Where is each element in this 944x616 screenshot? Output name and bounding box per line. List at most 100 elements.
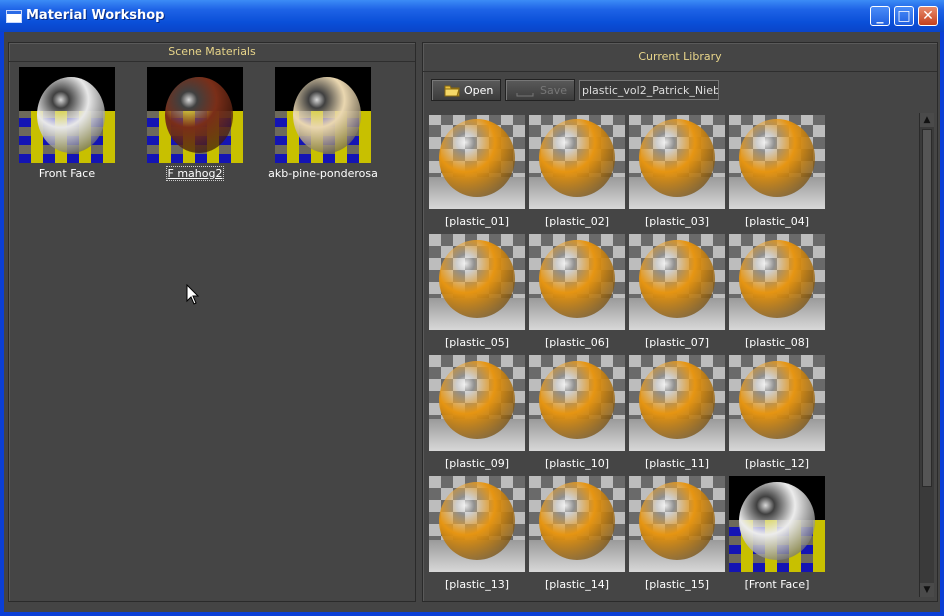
window-icon — [6, 10, 22, 23]
open-button[interactable]: Open — [431, 79, 501, 101]
library-material-item[interactable]: [plastic_13] — [429, 476, 525, 591]
library-material-label: [Front Face] — [744, 578, 810, 591]
material-sphere — [739, 361, 815, 439]
library-material-label: [plastic_03] — [644, 215, 709, 228]
library-material-label: [plastic_13] — [444, 578, 509, 591]
library-material-label: [plastic_02] — [544, 215, 609, 228]
material-sphere — [439, 482, 515, 560]
material-sphere — [293, 77, 361, 153]
scene-material-preview[interactable] — [275, 67, 371, 163]
library-material-preview[interactable] — [729, 234, 825, 330]
library-material-item[interactable]: [plastic_12] — [729, 355, 825, 470]
material-workshop-window: Material Workshop _ □ ✕ Scene Materials … — [0, 0, 944, 616]
minimize-icon: _ — [876, 8, 884, 24]
library-material-item[interactable]: [plastic_10] — [529, 355, 625, 470]
material-sphere — [165, 77, 233, 153]
library-material-preview[interactable] — [629, 115, 725, 209]
library-material-preview[interactable] — [529, 476, 625, 572]
library-material-label: [plastic_06] — [544, 336, 609, 349]
mouse-cursor-icon — [186, 284, 200, 305]
library-material-preview[interactable] — [429, 234, 525, 330]
scene-materials-panel: Scene Materials Front Face F mahog2 akb-pi… — [8, 42, 416, 602]
minimize-button[interactable]: _ — [870, 6, 890, 26]
library-material-label: [plastic_11] — [644, 457, 709, 470]
library-material-item[interactable]: [Front Face] — [729, 476, 825, 591]
client-area: Scene Materials Front Face F mahog2 akb-pi… — [4, 32, 940, 612]
library-material-item[interactable]: [plastic_01] — [429, 115, 525, 228]
library-grid: [plastic_01] [plastic_02] [plastic_03] [pla… — [429, 115, 917, 597]
scroll-thumb[interactable] — [922, 129, 932, 487]
library-material-item[interactable]: [plastic_11] — [629, 355, 725, 470]
scene-material-preview[interactable] — [19, 67, 115, 163]
material-sphere — [639, 482, 715, 560]
scene-material-label: Front Face — [38, 167, 96, 180]
library-material-item[interactable]: [plastic_06] — [529, 234, 625, 349]
scene-material-item[interactable]: F mahog2 — [140, 67, 250, 181]
save-icon — [516, 93, 534, 97]
library-material-preview[interactable] — [729, 476, 825, 572]
scene-material-item[interactable]: Front Face — [12, 67, 122, 180]
library-material-label: [plastic_09] — [444, 457, 509, 470]
library-material-preview[interactable] — [629, 234, 725, 330]
library-material-preview[interactable] — [429, 355, 525, 451]
material-sphere — [37, 77, 105, 153]
material-sphere — [539, 240, 615, 318]
library-material-label: [plastic_08] — [744, 336, 809, 349]
library-material-preview[interactable] — [529, 115, 625, 209]
scene-materials-title: Scene Materials — [9, 43, 415, 62]
library-scrollbar[interactable]: ▲ ▼ — [919, 113, 934, 597]
library-material-label: [plastic_14] — [544, 578, 609, 591]
scene-material-label: F mahog2 — [165, 166, 225, 181]
folder-icon — [444, 85, 460, 97]
library-material-preview[interactable] — [729, 355, 825, 451]
material-sphere — [439, 240, 515, 318]
close-icon: ✕ — [922, 8, 934, 24]
library-material-preview[interactable] — [429, 115, 525, 209]
library-material-label: [plastic_04] — [744, 215, 809, 228]
library-material-item[interactable]: [plastic_15] — [629, 476, 725, 591]
open-label: Open — [464, 84, 494, 97]
scroll-down-icon[interactable]: ▼ — [920, 583, 934, 597]
library-material-item[interactable]: [plastic_05] — [429, 234, 525, 349]
library-material-label: [plastic_12] — [744, 457, 809, 470]
library-material-item[interactable]: [plastic_02] — [529, 115, 625, 228]
save-label: Save — [540, 84, 568, 97]
material-sphere — [539, 482, 615, 560]
material-sphere — [639, 240, 715, 318]
current-library-title: Current Library — [423, 43, 937, 72]
library-name-field[interactable]: plastic_vol2_Patrick_Nieborg — [579, 80, 719, 100]
library-material-label: [plastic_01] — [444, 215, 509, 228]
material-sphere — [439, 119, 515, 197]
maximize-button[interactable]: □ — [894, 6, 914, 26]
window-title: Material Workshop — [26, 8, 165, 23]
material-sphere — [539, 361, 615, 439]
library-material-item[interactable]: [plastic_08] — [729, 234, 825, 349]
library-material-label: [plastic_05] — [444, 336, 509, 349]
material-sphere — [739, 482, 815, 560]
scroll-up-icon[interactable]: ▲ — [920, 113, 934, 127]
library-material-item[interactable]: [plastic_09] — [429, 355, 525, 470]
library-material-item[interactable]: [plastic_04] — [729, 115, 825, 228]
library-material-preview[interactable] — [529, 234, 625, 330]
library-material-preview[interactable] — [629, 355, 725, 451]
scene-material-preview[interactable] — [147, 67, 243, 163]
library-material-item[interactable]: [plastic_14] — [529, 476, 625, 591]
save-button[interactable]: Save — [505, 79, 575, 101]
material-sphere — [639, 119, 715, 197]
library-material-preview[interactable] — [529, 355, 625, 451]
material-sphere — [439, 361, 515, 439]
library-material-item[interactable]: [plastic_07] — [629, 234, 725, 349]
maximize-icon: □ — [897, 8, 911, 24]
material-sphere — [739, 240, 815, 318]
library-material-preview[interactable] — [629, 476, 725, 572]
material-sphere — [639, 361, 715, 439]
library-material-item[interactable]: [plastic_03] — [629, 115, 725, 228]
scene-material-item[interactable]: akb-pine-ponderosa — [268, 67, 378, 180]
library-material-label: [plastic_10] — [544, 457, 609, 470]
close-button[interactable]: ✕ — [918, 6, 938, 26]
material-sphere — [539, 119, 615, 197]
library-material-preview[interactable] — [429, 476, 525, 572]
title-bar[interactable]: Material Workshop _ □ ✕ — [0, 0, 944, 32]
library-material-preview[interactable] — [729, 115, 825, 209]
library-material-label: [plastic_15] — [644, 578, 709, 591]
